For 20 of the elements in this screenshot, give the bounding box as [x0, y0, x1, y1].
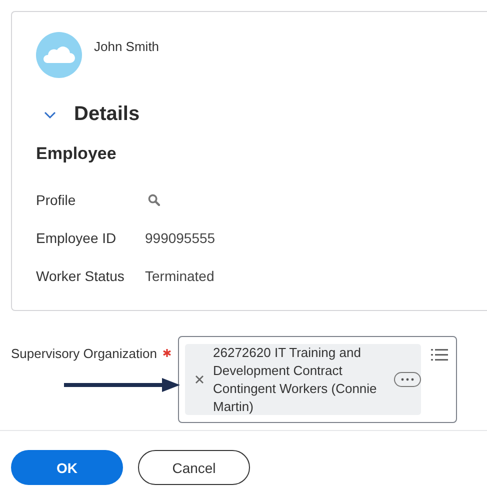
remove-icon[interactable]	[195, 375, 204, 384]
user-name: John Smith	[94, 39, 160, 54]
cancel-button[interactable]: Cancel	[138, 450, 250, 485]
selected-value: 26272620 IT Training and Development Contract Contingent Workers (Connie Martin)	[213, 344, 378, 416]
ok-button[interactable]: OK	[11, 450, 123, 485]
field-label: Worker Status	[36, 268, 126, 284]
arrow-icon	[64, 377, 180, 393]
field-label: Employee ID	[36, 230, 118, 246]
field-value: Terminated	[145, 268, 214, 284]
section-title: Details	[74, 103, 140, 126]
subsection-title: Employee	[36, 144, 118, 164]
more-icon[interactable]	[394, 372, 421, 387]
input-field[interactable]: 26272620 IT Training and Development Contract Contingent Workers (Connie Martin)	[178, 336, 457, 423]
field-label: Profile	[36, 192, 77, 208]
search-icon[interactable]	[148, 194, 160, 206]
list-icon[interactable]	[431, 348, 448, 362]
chevron-icon[interactable]	[44, 110, 56, 118]
field-label: Supervisory Organization	[11, 346, 157, 361]
cloud-avatar-icon	[36, 32, 82, 78]
field-value: 999095555	[145, 230, 216, 246]
